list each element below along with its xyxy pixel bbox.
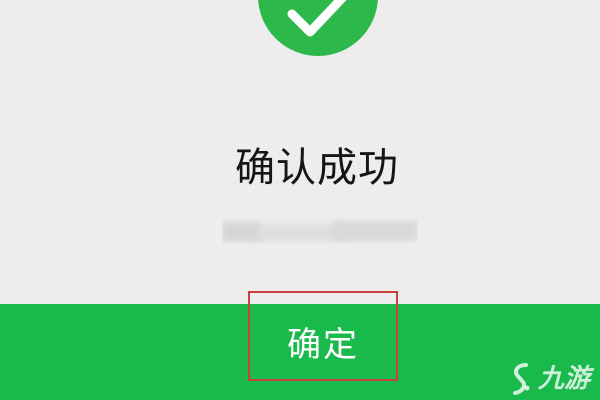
jiuyou-logo-icon	[513, 363, 530, 395]
redacted-subtitle	[222, 216, 418, 244]
check-icon	[287, 0, 347, 37]
watermark: 九游	[508, 360, 598, 400]
confirmation-screen: 确认成功 确定 九游	[0, 0, 600, 400]
success-check-icon	[258, 0, 378, 56]
watermark-text: 九游	[538, 364, 591, 394]
page-title: 确认成功	[235, 145, 399, 191]
confirm-button[interactable]: 确定	[248, 291, 398, 381]
